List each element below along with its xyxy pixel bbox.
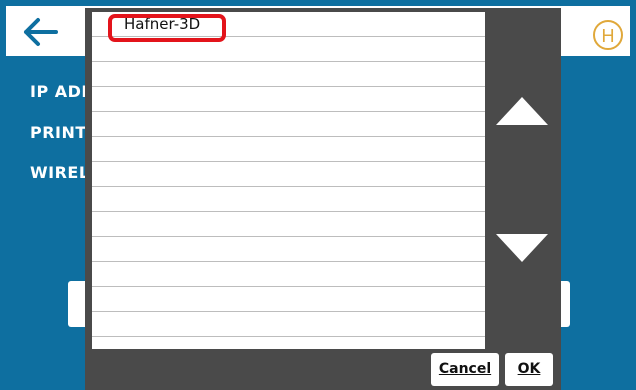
- list-item[interactable]: [92, 262, 485, 287]
- list-item[interactable]: [92, 312, 485, 337]
- list-item[interactable]: [92, 112, 485, 137]
- option-list[interactable]: Hafner-3D: [92, 12, 485, 349]
- list-item[interactable]: [92, 212, 485, 237]
- list-item[interactable]: [92, 237, 485, 262]
- logo-letter: H: [602, 26, 615, 46]
- printer-name-label: PRINTI: [30, 123, 94, 142]
- list-item[interactable]: [92, 162, 485, 187]
- cancel-button[interactable]: Cancel: [431, 353, 499, 386]
- back-button[interactable]: [20, 16, 68, 48]
- brand-logo-icon: H: [591, 18, 625, 52]
- list-item[interactable]: [92, 137, 485, 162]
- ok-button[interactable]: OK: [505, 353, 553, 386]
- scroll-up-button[interactable]: [494, 94, 550, 128]
- selection-dialog: Hafner-3D Cancel OK: [85, 8, 561, 390]
- list-item[interactable]: [92, 187, 485, 212]
- list-item[interactable]: [92, 87, 485, 112]
- triangle-down-icon: [496, 234, 548, 262]
- list-item[interactable]: [92, 287, 485, 312]
- triangle-up-icon: [496, 97, 548, 125]
- selection-highlight: [108, 14, 226, 42]
- list-item[interactable]: [92, 62, 485, 87]
- arrow-left-icon: [24, 18, 58, 46]
- wireless-label: WIREL: [30, 163, 90, 182]
- scroll-down-button[interactable]: [494, 231, 550, 265]
